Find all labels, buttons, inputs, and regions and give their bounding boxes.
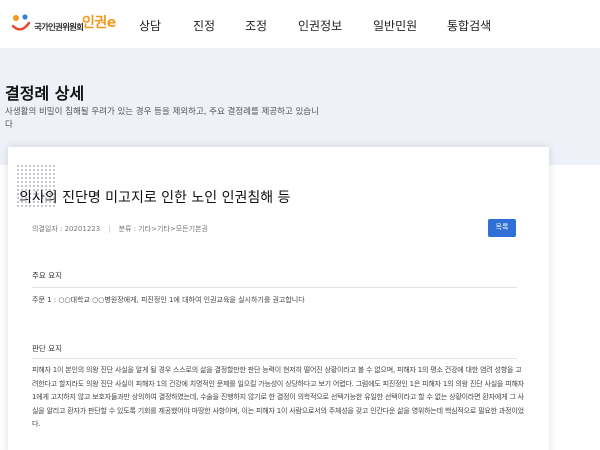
logo-title: 인권e: [82, 15, 116, 31]
detail-card: 의사의 진단명 미고지로 인한 노인 인권침해 등 의결일자 : 2020122…: [8, 147, 549, 450]
divider: [32, 287, 517, 288]
main-summary-text: 주문 1 : ○○대학교 ○○병원장에게, 피진정인 1에 대하여 인권교육을 …: [32, 296, 305, 304]
judgment-summary-label: 판단 요지: [32, 344, 62, 353]
page-description: 사생활의 비밀이 침해될 우려가 있는 경우 등을 제외하고, 주요 결정례를 …: [5, 107, 319, 130]
decision-meta: 의결일자 : 20201223 | 분류 : 기타>기타>모든기본권: [32, 224, 208, 234]
judgment-summary-text: 피해자 1이 본인의 의왕 진단 사실을 알게 될 경우 스스로의 삶을 결정할…: [32, 366, 524, 429]
main-summary-label: 주요 요지: [32, 271, 62, 280]
nav-item-petition[interactable]: 진정: [193, 17, 215, 34]
decision-title: 의사의 진단명 미고지로 인한 노인 인권침해 등: [19, 190, 291, 206]
nav-item-counsel[interactable]: 상담: [139, 17, 161, 34]
nav-item-general-civil[interactable]: 일반민원: [373, 17, 417, 34]
decision-date: 의결일자 : 20201223: [32, 225, 101, 233]
nav-item-human-rights-info[interactable]: 인권정보: [298, 17, 342, 34]
site-header: 국가인권위원회 인권e 상담 진정 조정 인권정보 일반민원 통합검색: [0, 0, 600, 48]
nav-item-mediation[interactable]: 조정: [245, 17, 267, 34]
meta-separator: |: [108, 225, 111, 233]
nav-item-search[interactable]: 통합검색: [447, 17, 491, 34]
decision-category: 분류 : 기타>기타>모든기본권: [118, 225, 208, 233]
list-button[interactable]: 목록: [488, 219, 516, 237]
page-title: 결정례 상세: [5, 84, 85, 103]
logo-mark-icon: [11, 14, 31, 31]
divider: [32, 358, 517, 359]
logo-subtitle: 국가인권위원회: [34, 23, 84, 33]
site-logo[interactable]: 국가인권위원회 인권e: [10, 10, 122, 36]
